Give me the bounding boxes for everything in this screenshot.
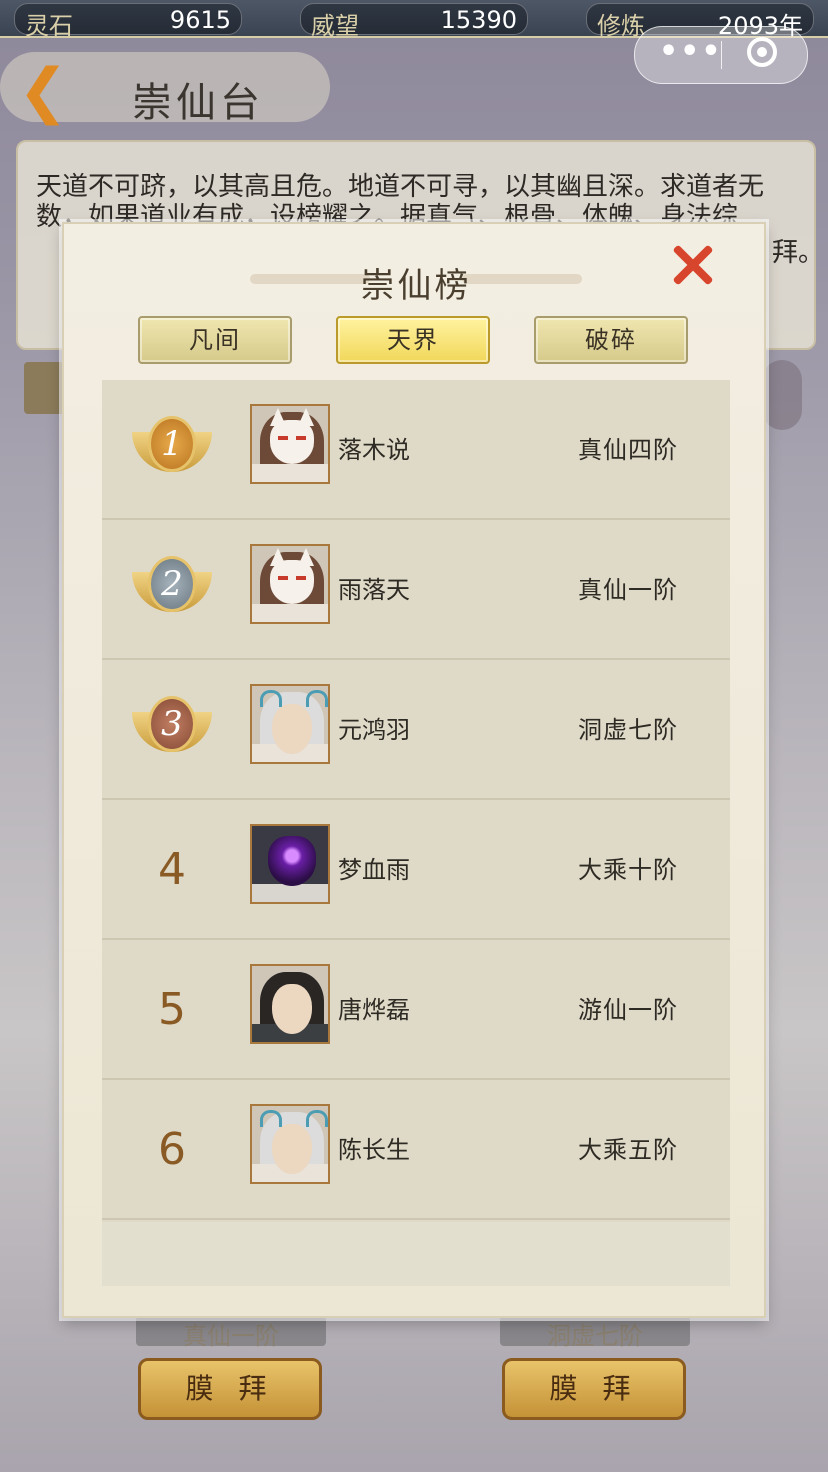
- avatar-demon-mask: [250, 824, 330, 904]
- tab-heaven[interactable]: 天界: [336, 316, 490, 364]
- avatar-black-hair: [250, 964, 330, 1044]
- modal-title: 崇仙榜: [360, 266, 472, 306]
- player-name: 梦血雨: [338, 856, 410, 884]
- player-name: 元鸿羽: [338, 716, 410, 744]
- resource-label: 灵石: [25, 12, 73, 40]
- ranking-row[interactable]: 2 雨落天 真仙一阶: [102, 520, 730, 660]
- avatar-dragon-horns: [250, 1104, 330, 1184]
- resource-prestige: 威望 15390: [300, 3, 528, 40]
- player-realm: 大乘十阶: [578, 856, 678, 884]
- player-realm: 大乘五阶: [578, 1136, 678, 1164]
- avatar-fox-mask: [250, 544, 330, 624]
- close-target-icon[interactable]: [747, 37, 777, 67]
- worship-button-left[interactable]: 膜 拜: [138, 1358, 322, 1420]
- player-realm: 真仙四阶: [578, 436, 678, 464]
- capsule-divider: [721, 41, 722, 69]
- rank-number: 4: [158, 844, 186, 895]
- player-realm: 真仙一阶: [578, 576, 678, 604]
- bg-rank-label-right: 洞虚七阶: [500, 1316, 690, 1350]
- resource-value: 9615: [169, 6, 231, 34]
- medal-coin: 2: [148, 556, 196, 612]
- avatar-dragon-horns: [250, 684, 330, 764]
- resource-label: 威望: [311, 12, 359, 40]
- silver-medal-icon: 2: [132, 554, 212, 624]
- ranking-row[interactable]: 1 落木说 真仙四阶: [102, 380, 730, 520]
- tab-shattered[interactable]: 破碎: [534, 316, 688, 364]
- player-realm: 洞虚七阶: [578, 716, 678, 744]
- bronze-medal-icon: 3: [132, 694, 212, 764]
- description-text: 天道不可跻，以其高且危。地道不可寻，以其幽且深。求道者无数，如果道业有成，设榜耀…: [36, 172, 765, 232]
- player-name: 唐烨磊: [338, 996, 410, 1024]
- rank-number: 5: [158, 984, 186, 1035]
- page-title: 崇仙台: [132, 80, 264, 126]
- player-name: 落木说: [338, 436, 410, 464]
- worship-button-right[interactable]: 膜 拜: [502, 1358, 686, 1420]
- ranking-modal: 崇仙榜 凡间 天界 破碎 1 落木说 真仙四阶 2 雨落天 真仙一阶 3 元鸿羽…: [62, 222, 766, 1318]
- medal-coin: 3: [148, 696, 196, 752]
- player-name: 陈长生: [338, 1136, 410, 1164]
- bg-rank-label-left: 真仙一阶: [136, 1316, 326, 1350]
- avatar-fox-mask: [250, 404, 330, 484]
- player-realm: 游仙一阶: [578, 996, 678, 1024]
- list-scroll-remainder: [102, 1222, 730, 1286]
- gold-medal-icon: 1: [132, 414, 212, 484]
- miniprogram-capsule: •••: [634, 26, 808, 84]
- rank-number: 6: [158, 1124, 186, 1175]
- ranking-row[interactable]: 3 元鸿羽 洞虚七阶: [102, 660, 730, 800]
- more-icon[interactable]: •••: [659, 37, 721, 71]
- side-decoration: [762, 360, 802, 430]
- tab-mortal[interactable]: 凡间: [138, 316, 292, 364]
- ranking-list: 1 落木说 真仙四阶 2 雨落天 真仙一阶 3 元鸿羽 洞虚七阶 4 梦血雨 大…: [102, 380, 730, 1286]
- resource-label: 修炼: [597, 12, 645, 40]
- resource-value: 15390: [440, 6, 517, 34]
- close-icon[interactable]: [670, 242, 716, 288]
- player-name: 雨落天: [338, 576, 410, 604]
- back-arrow-icon[interactable]: ❮: [18, 61, 78, 122]
- ranking-row[interactable]: 4 梦血雨 大乘十阶: [102, 800, 730, 940]
- ranking-row[interactable]: 5 唐烨磊 游仙一阶: [102, 940, 730, 1080]
- ranking-row[interactable]: 6 陈长生 大乘五阶: [102, 1080, 730, 1220]
- resource-spirit-stone: 灵石 9615: [14, 3, 242, 40]
- medal-coin: 1: [148, 416, 196, 472]
- description-tail: 拜。: [772, 238, 814, 268]
